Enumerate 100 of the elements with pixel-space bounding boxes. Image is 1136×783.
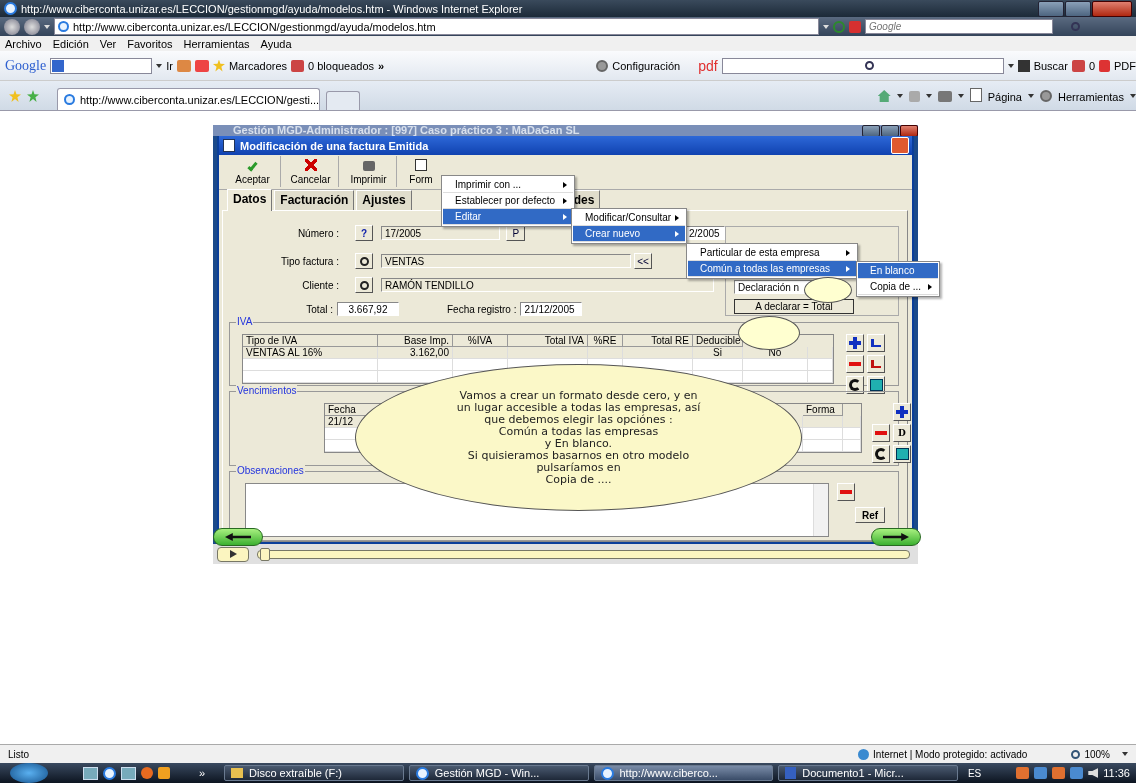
- column-header[interactable]: Tipo de IVA: [243, 335, 378, 347]
- menu-item[interactable]: Editar: [443, 209, 573, 225]
- more-button[interactable]: »: [198, 767, 206, 779]
- menu-item[interactable]: Común a todas las empresas: [688, 261, 856, 277]
- toolbar-icon[interactable]: [194, 59, 209, 72]
- zoom-level[interactable]: 100%: [1084, 748, 1110, 760]
- taskbar-item[interactable]: Gestión MGD - Win...: [408, 765, 589, 781]
- command-menu[interactable]: Herramientas: [1057, 91, 1124, 103]
- tab[interactable]: Facturación: [274, 190, 355, 210]
- scrollbar[interactable]: [813, 484, 828, 536]
- column-header[interactable]: Base Imp.: [378, 335, 453, 347]
- maximize-icon[interactable]: [1065, 0, 1091, 17]
- bookmarks-button[interactable]: Marcadores: [228, 59, 288, 72]
- printer-icon[interactable]: [937, 91, 952, 102]
- remove-button[interactable]: [872, 424, 890, 442]
- progress-track[interactable]: [257, 549, 910, 559]
- remove-button[interactable]: [846, 355, 864, 373]
- caret-icon[interactable]: [896, 94, 903, 98]
- start-button[interactable]: [10, 763, 48, 783]
- close-icon[interactable]: [1092, 0, 1132, 17]
- input-field[interactable]: 21/12/2005: [520, 302, 583, 316]
- input-field[interactable]: 3.667,92: [337, 302, 399, 316]
- caret-icon[interactable]: [1130, 94, 1136, 98]
- fox-icon[interactable]: [140, 767, 153, 779]
- caret-icon[interactable]: [156, 63, 163, 68]
- ref-button[interactable]: Ref: [855, 507, 885, 523]
- menu-item[interactable]: Edición: [52, 37, 89, 50]
- calculator-button[interactable]: [893, 445, 911, 463]
- settings-button[interactable]: Configuración: [612, 59, 681, 72]
- menu-item[interactable]: Herramientas: [183, 37, 250, 50]
- clear-button[interactable]: [846, 376, 864, 394]
- menu-item[interactable]: Ayuda: [260, 37, 292, 50]
- search-button[interactable]: [355, 277, 373, 293]
- search-field[interactable]: Google: [865, 19, 1053, 34]
- taskbar-item[interactable]: Disco extraíble (F:): [224, 765, 404, 781]
- caret-icon[interactable]: [1122, 752, 1128, 756]
- clear-button[interactable]: [872, 445, 890, 463]
- remove-button[interactable]: [837, 483, 855, 501]
- column-header[interactable]: Forma: [803, 404, 843, 416]
- search-button[interactable]: [355, 253, 373, 269]
- previous-button[interactable]: [213, 528, 263, 546]
- menu-item[interactable]: En blanco: [858, 263, 938, 279]
- column-header[interactable]: %RE: [588, 335, 623, 347]
- input-field[interactable]: 17/2005: [381, 226, 501, 240]
- pdf-button[interactable]: pdf: [698, 57, 718, 74]
- increment-button[interactable]: [867, 334, 885, 352]
- search-button[interactable]: Buscar: [1033, 59, 1068, 72]
- column-header[interactable]: Total IVA: [508, 335, 588, 347]
- toolbar-button[interactable]: Cancelar: [283, 156, 339, 188]
- command-menu[interactable]: Página: [987, 91, 1022, 103]
- browser-tab[interactable]: http://www.ciberconta.unizar.es/LECCION/gesti...: [57, 88, 320, 110]
- input-field[interactable]: RAMÓN TENDILLO: [381, 278, 714, 292]
- media-icon[interactable]: [157, 767, 170, 779]
- address-field[interactable]: http://www.ciberconta.unizar.es/LECCION/gestionmgd/ayuda/modelos.htm: [54, 18, 819, 35]
- play-button[interactable]: [217, 546, 249, 562]
- search-field[interactable]: [721, 57, 1004, 74]
- caret-icon[interactable]: [1027, 94, 1034, 98]
- calculator-button[interactable]: [867, 376, 885, 394]
- go-button[interactable]: Ir: [166, 59, 173, 72]
- tab[interactable]: Datos: [227, 189, 273, 211]
- menu-item[interactable]: Ver: [99, 37, 117, 50]
- toolbar-button[interactable]: Imprimir: [341, 156, 397, 188]
- minimize-icon[interactable]: [862, 125, 880, 136]
- window-icon[interactable]: [120, 766, 136, 780]
- more-button[interactable]: »: [378, 59, 385, 72]
- progress-thumb[interactable]: [260, 547, 270, 561]
- tray-icon[interactable]: [1034, 767, 1048, 779]
- tray-icon[interactable]: [1052, 767, 1066, 779]
- small-button[interactable]: <<: [634, 253, 652, 269]
- decrement-button[interactable]: [867, 355, 885, 373]
- desktop-icon[interactable]: [82, 766, 98, 780]
- minimize-icon[interactable]: [1038, 0, 1064, 17]
- caret-icon[interactable]: [1007, 63, 1014, 68]
- column-header[interactable]: %IVA: [453, 335, 508, 347]
- menu-item[interactable]: Crear nuevo: [573, 226, 685, 242]
- tray-icon[interactable]: [1016, 767, 1030, 779]
- add-button[interactable]: [846, 334, 864, 352]
- speaker-icon[interactable]: [1088, 768, 1099, 778]
- tab[interactable]: Ajustes: [356, 190, 412, 210]
- browser-icon[interactable]: [102, 766, 116, 780]
- toolbar-button[interactable]: Form: [399, 156, 443, 188]
- menu-item[interactable]: Copia de ...: [858, 279, 938, 295]
- menu-item[interactable]: Archivo: [5, 37, 42, 50]
- search-field[interactable]: [50, 57, 153, 74]
- menu-item[interactable]: Imprimir con ...: [443, 177, 573, 193]
- taskbar-item[interactable]: http://www.ciberco...: [593, 765, 774, 781]
- toolbar-button[interactable]: Aceptar: [225, 156, 281, 188]
- maximize-icon[interactable]: [881, 125, 899, 136]
- input-field[interactable]: VENTAS: [381, 254, 631, 268]
- column-header[interactable]: Deducible: [693, 335, 743, 347]
- pdf-button[interactable]: PDF: [1114, 59, 1136, 72]
- network-icon[interactable]: [1070, 767, 1084, 779]
- caret-icon[interactable]: [957, 94, 964, 98]
- input-field[interactable]: 2/2005: [685, 226, 725, 240]
- caret-icon[interactable]: [925, 94, 932, 98]
- add-button[interactable]: [893, 403, 911, 421]
- column-header[interactable]: Total RE: [623, 335, 693, 347]
- declare-button[interactable]: A declarar = Total: [734, 299, 854, 314]
- help-button[interactable]: ?: [355, 225, 373, 241]
- menu-item[interactable]: Favoritos: [127, 37, 173, 50]
